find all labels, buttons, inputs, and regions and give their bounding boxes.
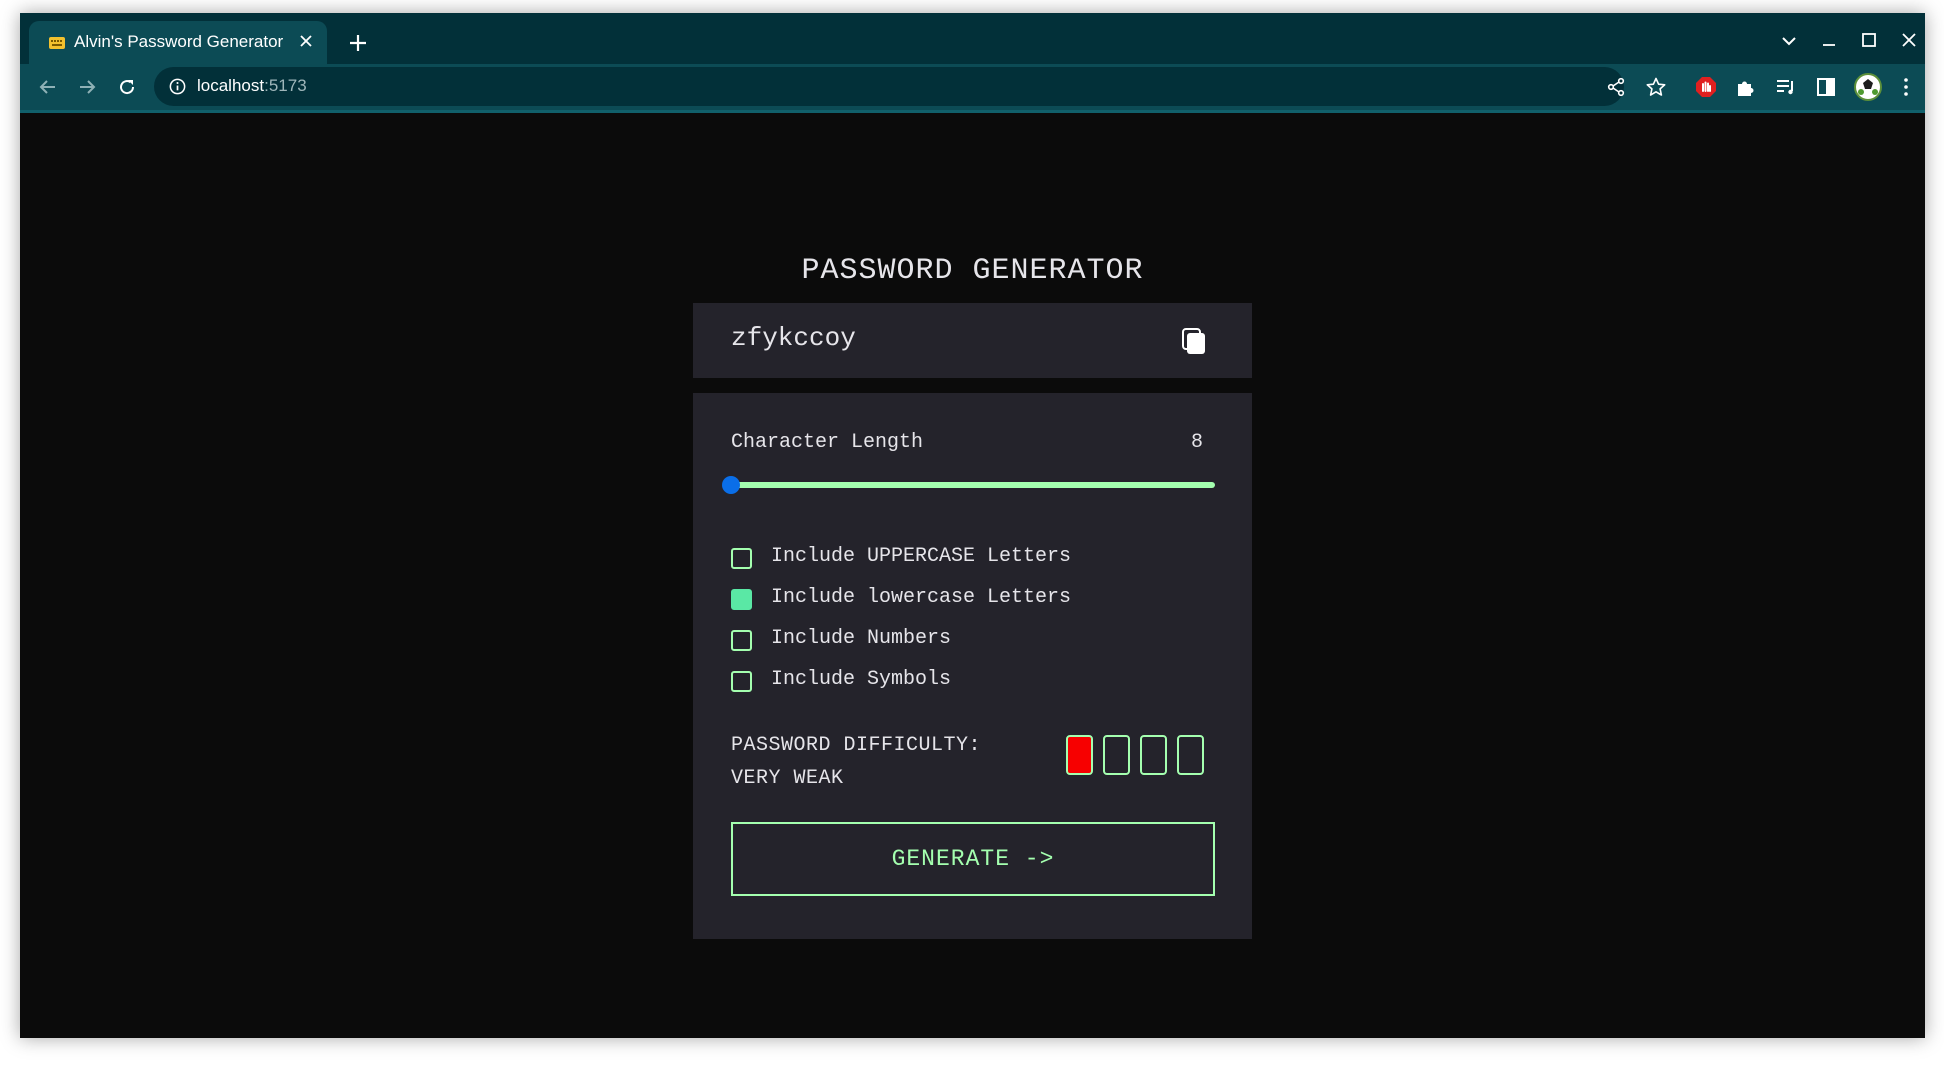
share-icon[interactable] xyxy=(1605,76,1627,98)
window-close-icon[interactable] xyxy=(1897,29,1921,53)
avatar-icon[interactable] xyxy=(1854,73,1882,101)
strength-bar xyxy=(1177,735,1204,775)
reload-icon[interactable] xyxy=(115,75,139,99)
tab-active[interactable]: Alvin's Password Generator xyxy=(29,21,327,64)
media-queue-icon[interactable] xyxy=(1774,75,1798,99)
uppercase-label: Include UPPERCASE Letters xyxy=(771,545,1072,568)
difficulty-label: PASSWORD DIFFICULTY: xyxy=(731,734,982,757)
generator-panel: Character Length 8 Include UPPERCASE Let… xyxy=(693,393,1252,939)
page-title: PASSWORD GENERATOR xyxy=(801,254,1144,288)
password-display: zfykccoy xyxy=(693,303,1252,378)
tab-title: Alvin's Password Generator xyxy=(74,32,284,51)
generate-button[interactable]: GENERATE -> xyxy=(731,822,1215,896)
length-slider[interactable] xyxy=(722,473,1215,497)
lowercase-checkbox[interactable] xyxy=(731,589,752,610)
plus-icon[interactable] xyxy=(347,32,369,54)
strength-bar xyxy=(1066,735,1093,775)
page-viewport: PASSWORD GENERATOR zfykccoy Character Le… xyxy=(20,113,1925,1038)
browser-window: Alvin's Password Generator localhost:517… xyxy=(20,13,1925,1038)
uppercase-checkbox[interactable] xyxy=(731,548,752,569)
browser-toolbar: localhost:5173 xyxy=(20,64,1925,113)
difficulty-value: VERY WEAK xyxy=(731,767,844,790)
length-value: 8 xyxy=(1191,431,1204,454)
password-value: zfykccoy xyxy=(731,323,856,353)
puzzle-icon[interactable] xyxy=(1734,75,1758,99)
url-host: localhost xyxy=(197,76,265,95)
close-icon[interactable] xyxy=(297,32,315,50)
slider-track xyxy=(731,482,1215,488)
keyboard-favicon-icon xyxy=(49,37,65,49)
info-icon[interactable] xyxy=(168,77,187,96)
strength-bar xyxy=(1103,735,1130,775)
symbols-label: Include Symbols xyxy=(771,668,952,691)
star-icon[interactable] xyxy=(1645,76,1667,98)
address-bar[interactable]: localhost:5173 xyxy=(154,67,1666,106)
tab-strip: Alvin's Password Generator xyxy=(20,13,1925,64)
numbers-label: Include Numbers xyxy=(771,627,952,650)
maximize-icon[interactable] xyxy=(1857,29,1881,53)
minimize-icon[interactable] xyxy=(1817,29,1841,53)
difficulty-text: PASSWORD DIFFICULTY: VERY WEAK xyxy=(731,729,981,795)
arrow-left-icon[interactable] xyxy=(36,75,60,99)
slider-thumb[interactable] xyxy=(722,476,740,494)
symbols-checkbox[interactable] xyxy=(731,671,752,692)
adblock-icon[interactable] xyxy=(1694,75,1718,99)
length-label: Character Length xyxy=(731,431,924,454)
numbers-checkbox[interactable] xyxy=(731,630,752,651)
copy-icon[interactable] xyxy=(1179,326,1209,356)
lowercase-label: Include lowercase Letters xyxy=(771,586,1072,609)
chevron-down-icon[interactable] xyxy=(1777,29,1801,53)
kebab-menu-icon[interactable] xyxy=(1894,75,1918,99)
strength-bar xyxy=(1140,735,1167,775)
side-panel-icon[interactable] xyxy=(1814,75,1838,99)
arrow-right-icon[interactable] xyxy=(75,75,99,99)
url-port: :5173 xyxy=(264,76,307,95)
url-text[interactable]: localhost:5173 xyxy=(197,76,307,96)
